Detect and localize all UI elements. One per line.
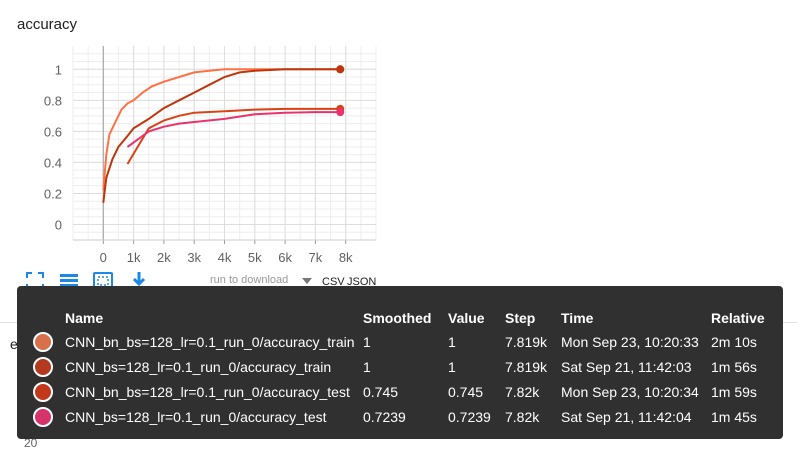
run-download-placeholder: run to download bbox=[210, 274, 289, 286]
smoothed-value: 0.745 bbox=[363, 384, 399, 400]
x-tick-label: 8k bbox=[339, 250, 353, 265]
col-header-value: Value bbox=[448, 310, 485, 326]
smoothed-value: 0.7239 bbox=[363, 409, 406, 425]
series-line bbox=[102, 68, 341, 203]
col-header-name: Name bbox=[65, 310, 104, 326]
raw-value: 1 bbox=[448, 359, 456, 375]
run-name: CNN_bs=128_lr=0.1_run_0/accuracy_test bbox=[65, 409, 327, 425]
x-tick-label: 6k bbox=[278, 250, 292, 265]
relative-value: 1m 59s bbox=[711, 384, 757, 400]
chevron-down-icon bbox=[302, 278, 312, 284]
run-color-swatch bbox=[33, 382, 53, 402]
step-value: 7.82k bbox=[505, 384, 540, 400]
raw-value: 0.745 bbox=[448, 384, 484, 400]
tooltip-row: CNN_bn_bs=128_lr=0.1_run_0/accuracy_test… bbox=[17, 382, 783, 409]
relative-value: 2m 10s bbox=[711, 334, 757, 350]
tooltip-row: CNN_bs=128_lr=0.1_run_0/accuracy_train 1… bbox=[17, 357, 783, 384]
run-color-swatch bbox=[33, 407, 53, 427]
col-header-relative: Relative bbox=[711, 310, 765, 326]
x-tick-label: 2k bbox=[157, 250, 171, 265]
col-header-step: Step bbox=[505, 310, 536, 326]
tooltip-row: CNN_bs=128_lr=0.1_run_0/accuracy_test 0.… bbox=[17, 407, 783, 434]
smoothed-value: 1 bbox=[363, 359, 371, 375]
hover-point bbox=[336, 108, 345, 117]
tooltip-row: CNN_bn_bs=128_lr=0.1_run_0/accuracy_trai… bbox=[17, 332, 783, 359]
series-line bbox=[102, 68, 341, 191]
col-header-time: Time bbox=[561, 310, 594, 326]
raw-value: 0.7239 bbox=[448, 409, 491, 425]
step-value: 7.819k bbox=[505, 334, 548, 350]
x-tick-label: 4k bbox=[218, 250, 232, 265]
smoothed-value: 1 bbox=[363, 334, 371, 350]
step-value: 7.82k bbox=[505, 409, 540, 425]
step-value: 7.819k bbox=[505, 359, 548, 375]
x-tick-label: 3k bbox=[187, 250, 201, 265]
relative-value: 1m 45s bbox=[711, 409, 757, 425]
time-value: Sat Sep 21, 11:42:04 bbox=[561, 409, 692, 425]
raw-value: 1 bbox=[448, 334, 456, 350]
run-name: CNN_bn_bs=128_lr=0.1_run_0/accuracy_test bbox=[65, 384, 350, 400]
run-name: CNN_bs=128_lr=0.1_run_0/accuracy_train bbox=[65, 359, 332, 375]
y-tick-label: 0.8 bbox=[44, 93, 62, 108]
x-tick-label: 0 bbox=[100, 250, 107, 265]
run-color-swatch bbox=[33, 357, 53, 377]
run-name: CNN_bn_bs=128_lr=0.1_run_0/accuracy_trai… bbox=[65, 334, 355, 350]
hover-point bbox=[336, 65, 345, 74]
x-tick-label: 7k bbox=[309, 250, 323, 265]
run-color-swatch bbox=[33, 332, 53, 352]
hover-tooltip: Name Smoothed Value Step Time Relative C… bbox=[17, 286, 783, 439]
y-tick-label: 0.6 bbox=[44, 124, 62, 139]
y-tick-label: 1 bbox=[55, 62, 62, 77]
series-line bbox=[126, 111, 341, 148]
accuracy-chart[interactable]: 0 1k 2k 3k 4k 5k 6k 7k 8k 0 0.2 0.4 0.6 0.8 1 bbox=[0, 0, 797, 300]
x-tick-label: 1k bbox=[127, 250, 141, 265]
time-value: Mon Sep 23, 10:20:33 bbox=[561, 334, 699, 350]
y-tick-label: 0 bbox=[55, 217, 62, 232]
time-value: Sat Sep 21, 11:42:03 bbox=[561, 359, 692, 375]
relative-value: 1m 56s bbox=[711, 359, 757, 375]
y-tick-label: 0.2 bbox=[44, 186, 62, 201]
col-header-smoothed: Smoothed bbox=[363, 310, 432, 326]
y-tick-label: 0.4 bbox=[44, 155, 62, 170]
x-tick-label: 5k bbox=[248, 250, 262, 265]
time-value: Mon Sep 23, 10:20:34 bbox=[561, 384, 699, 400]
